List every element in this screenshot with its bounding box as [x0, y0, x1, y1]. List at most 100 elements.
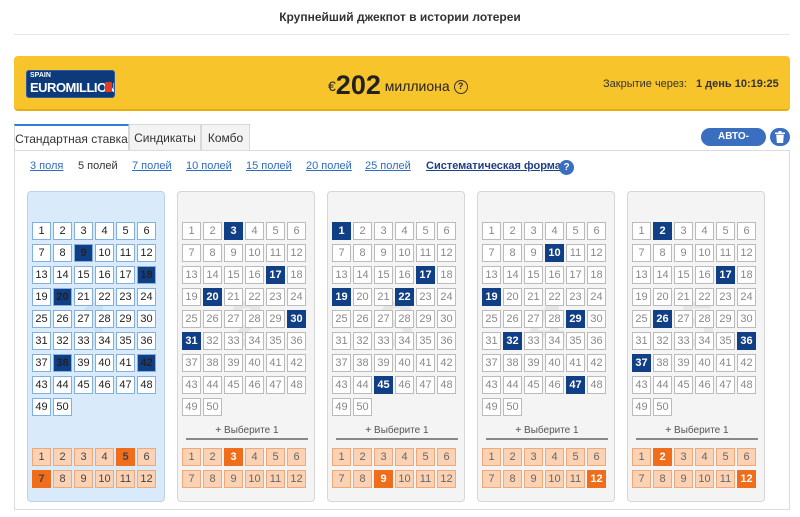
- number-cell[interactable]: 5: [416, 222, 435, 240]
- number-cell[interactable]: 48: [737, 376, 756, 394]
- number-cell[interactable]: 42: [737, 354, 756, 372]
- star-cell[interactable]: 11: [116, 470, 135, 488]
- number-cell[interactable]: 8: [53, 244, 72, 262]
- number-cell[interactable]: 50: [53, 398, 72, 416]
- number-cell[interactable]: 47: [116, 376, 135, 394]
- star-cell[interactable]: 9: [224, 470, 243, 488]
- number-cell[interactable]: 17: [416, 266, 435, 284]
- number-cell[interactable]: 12: [587, 244, 606, 262]
- number-cell[interactable]: 44: [203, 376, 222, 394]
- number-cell[interactable]: 6: [437, 222, 456, 240]
- number-cell[interactable]: 19: [332, 288, 351, 306]
- star-cell[interactable]: 8: [653, 470, 672, 488]
- number-cell[interactable]: 49: [632, 398, 651, 416]
- choose-hint[interactable]: + Выберите 1: [328, 425, 464, 436]
- number-cell[interactable]: 17: [116, 266, 135, 284]
- number-cell[interactable]: 16: [695, 266, 714, 284]
- number-cell[interactable]: 23: [716, 288, 735, 306]
- number-cell[interactable]: 4: [395, 222, 414, 240]
- number-cell[interactable]: 47: [416, 376, 435, 394]
- option-systematic-form[interactable]: Систематическая форма: [426, 160, 561, 172]
- number-cell[interactable]: 7: [182, 244, 201, 262]
- number-cell[interactable]: 43: [182, 376, 201, 394]
- number-cell[interactable]: 32: [203, 332, 222, 350]
- number-cell[interactable]: 36: [737, 332, 756, 350]
- number-cell[interactable]: 39: [374, 354, 393, 372]
- number-cell[interactable]: 5: [566, 222, 585, 240]
- number-cell[interactable]: 43: [632, 376, 651, 394]
- number-cell[interactable]: 33: [374, 332, 393, 350]
- star-cell[interactable]: 4: [95, 448, 114, 466]
- number-cell[interactable]: 22: [95, 288, 114, 306]
- star-cell[interactable]: 5: [416, 448, 435, 466]
- number-cell[interactable]: 30: [137, 310, 156, 328]
- number-cell[interactable]: 36: [437, 332, 456, 350]
- number-cell[interactable]: 47: [266, 376, 285, 394]
- number-cell[interactable]: 3: [74, 222, 93, 240]
- number-cell[interactable]: 50: [353, 398, 372, 416]
- number-cell[interactable]: 19: [32, 288, 51, 306]
- number-cell[interactable]: 40: [395, 354, 414, 372]
- number-cell[interactable]: 13: [182, 266, 201, 284]
- number-cell[interactable]: 38: [53, 354, 72, 372]
- number-cell[interactable]: 44: [503, 376, 522, 394]
- number-cell[interactable]: 40: [545, 354, 564, 372]
- number-cell[interactable]: 37: [182, 354, 201, 372]
- number-cell[interactable]: 14: [653, 266, 672, 284]
- number-cell[interactable]: 8: [653, 244, 672, 262]
- number-cell[interactable]: 3: [374, 222, 393, 240]
- number-cell[interactable]: 9: [224, 244, 243, 262]
- number-cell[interactable]: 47: [566, 376, 585, 394]
- number-cell[interactable]: 38: [503, 354, 522, 372]
- number-cell[interactable]: 31: [332, 332, 351, 350]
- number-cell[interactable]: 24: [287, 288, 306, 306]
- choose-hint[interactable]: + Выберите 1: [178, 425, 314, 436]
- number-cell[interactable]: 49: [482, 398, 501, 416]
- number-cell[interactable]: 48: [137, 376, 156, 394]
- number-cell[interactable]: 49: [182, 398, 201, 416]
- number-cell[interactable]: 16: [245, 266, 264, 284]
- systematic-help-icon[interactable]: ?: [559, 160, 574, 175]
- star-cell[interactable]: 1: [632, 448, 651, 466]
- star-cell[interactable]: 3: [224, 448, 243, 466]
- number-cell[interactable]: 34: [95, 332, 114, 350]
- number-cell[interactable]: 27: [74, 310, 93, 328]
- star-cell[interactable]: 4: [695, 448, 714, 466]
- star-cell[interactable]: 6: [737, 448, 756, 466]
- number-cell[interactable]: 22: [245, 288, 264, 306]
- star-cell[interactable]: 10: [695, 470, 714, 488]
- number-cell[interactable]: 18: [137, 266, 156, 284]
- number-cell[interactable]: 17: [716, 266, 735, 284]
- number-cell[interactable]: 5: [266, 222, 285, 240]
- number-cell[interactable]: 1: [182, 222, 201, 240]
- choose-hint[interactable]: + Выберите 1: [628, 425, 764, 436]
- number-cell[interactable]: 17: [566, 266, 585, 284]
- star-cell[interactable]: 12: [587, 470, 606, 488]
- number-cell[interactable]: 27: [674, 310, 693, 328]
- star-cell[interactable]: 5: [116, 448, 135, 466]
- number-cell[interactable]: 29: [266, 310, 285, 328]
- number-cell[interactable]: 11: [116, 244, 135, 262]
- number-cell[interactable]: 14: [53, 266, 72, 284]
- number-cell[interactable]: 32: [53, 332, 72, 350]
- number-cell[interactable]: 46: [395, 376, 414, 394]
- star-cell[interactable]: 9: [74, 470, 93, 488]
- number-cell[interactable]: 21: [74, 288, 93, 306]
- star-cell[interactable]: 12: [137, 470, 156, 488]
- number-cell[interactable]: 30: [587, 310, 606, 328]
- number-cell[interactable]: 1: [482, 222, 501, 240]
- star-cell[interactable]: 8: [353, 470, 372, 488]
- star-cell[interactable]: 6: [437, 448, 456, 466]
- number-cell[interactable]: 21: [524, 288, 543, 306]
- number-cell[interactable]: 18: [287, 266, 306, 284]
- number-cell[interactable]: 26: [353, 310, 372, 328]
- number-cell[interactable]: 45: [674, 376, 693, 394]
- number-cell[interactable]: 33: [674, 332, 693, 350]
- star-cell[interactable]: 6: [287, 448, 306, 466]
- number-cell[interactable]: 4: [245, 222, 264, 240]
- number-cell[interactable]: 31: [482, 332, 501, 350]
- number-cell[interactable]: 30: [437, 310, 456, 328]
- star-cell[interactable]: 10: [95, 470, 114, 488]
- number-cell[interactable]: 42: [287, 354, 306, 372]
- number-cell[interactable]: 36: [587, 332, 606, 350]
